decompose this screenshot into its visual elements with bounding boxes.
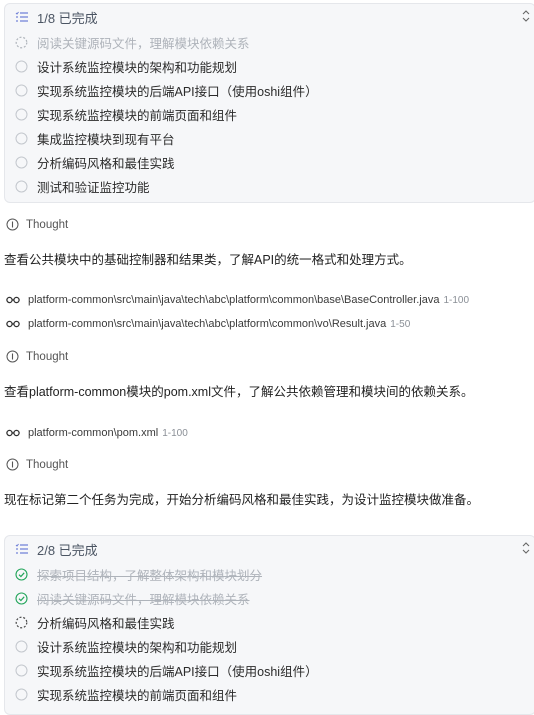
todo-item-label: 集成监控模块到现有平台 [37, 132, 175, 147]
todo-item-label: 实现系统监控模块的后端API接口（使用oshi组件） [37, 664, 318, 679]
todo-item-label: 实现系统监控模块的后端API接口（使用oshi组件） [37, 84, 318, 99]
empty-circle-icon [15, 640, 28, 652]
file-path: platform-common\src\main\java\tech\abc\p… [28, 318, 387, 330]
todo-panel-header[interactable]: 2/8 已完成 [5, 536, 534, 562]
assistant-message: 现在标记第二个任务为完成，开始分析编码风格和最佳实践，为设计监控模块做准备。 [4, 493, 480, 507]
collapse-chevron-icon[interactable] [521, 9, 531, 23]
glasses-icon [6, 320, 20, 328]
todo-item[interactable]: 实现系统监控模块的前端页面和组件 [5, 102, 534, 126]
empty-circle-icon [15, 132, 28, 144]
todo-item[interactable]: 实现系统监控模块的前端页面和组件 [5, 682, 534, 706]
thought-toggle[interactable]: Thought [6, 458, 68, 471]
todo-item[interactable]: 阅读关键源码文件，理解模块依赖关系 [5, 586, 534, 610]
todo-panel-1: 1/8 已完成 阅读关键源码文件，理解模块依赖关系 设计系统监控模块的架构和功能规… [4, 3, 534, 203]
todo-item-label: 分析编码风格和最佳实践 [37, 156, 175, 171]
file-reference[interactable]: platform-common\pom.xml 1-100 [6, 427, 188, 439]
todo-item[interactable]: 阅读关键源码文件，理解模块依赖关系 [5, 30, 534, 54]
empty-circle-icon [15, 180, 28, 192]
todo-item[interactable]: 设计系统监控模块的架构和功能规划 [5, 634, 534, 658]
todo-item-label: 测试和验证监控功能 [37, 180, 150, 195]
todo-item[interactable]: 分析编码风格和最佳实践 [5, 610, 534, 634]
thought-toggle[interactable]: Thought [6, 350, 68, 363]
line-range: 1-50 [390, 318, 411, 330]
info-circle-icon [6, 218, 19, 231]
todo-item-label: 设计系统监控模块的架构和功能规划 [37, 60, 238, 75]
file-reference[interactable]: platform-common\src\main\java\tech\abc\p… [6, 318, 410, 330]
todo-progress-title: 1/8 已完成 [37, 10, 98, 26]
todo-item[interactable]: 实现系统监控模块的后端API接口（使用oshi组件） [5, 658, 534, 682]
line-range: 1-100 [162, 427, 188, 439]
glasses-icon [6, 296, 20, 304]
thought-label: Thought [26, 458, 69, 471]
todo-panel-2: 2/8 已完成 探索项目结构，了解整体架构和模块划分 阅读关键源码文件，理解模块依… [4, 535, 534, 715]
thought-label: Thought [26, 218, 69, 231]
todo-list: 探索项目结构，了解整体架构和模块划分 阅读关键源码文件，理解模块依赖关系 分析编码风… [5, 562, 534, 706]
todo-item-label: 阅读关键源码文件，理解模块依赖关系 [37, 592, 250, 607]
todo-item[interactable]: 设计系统监控模块的架构和功能规划 [5, 54, 534, 78]
check-circle-icon [15, 591, 28, 605]
file-path: platform-common\pom.xml [28, 427, 159, 439]
task-list-icon [15, 11, 28, 22]
task-list-icon [15, 543, 28, 554]
todo-item[interactable]: 集成监控模块到现有平台 [5, 126, 534, 150]
empty-circle-icon [15, 60, 28, 72]
todo-item-label: 实现系统监控模块的前端页面和组件 [37, 108, 238, 123]
todo-item[interactable]: 探索项目结构，了解整体架构和模块划分 [5, 562, 534, 586]
todo-item[interactable]: 实现系统监控模块的后端API接口（使用oshi组件） [5, 78, 534, 102]
empty-circle-icon [15, 664, 28, 676]
file-reference[interactable]: platform-common\src\main\java\tech\abc\p… [6, 294, 469, 306]
check-circle-icon [15, 567, 28, 581]
todo-item[interactable]: 测试和验证监控功能 [5, 174, 534, 198]
todo-item-label: 阅读关键源码文件，理解模块依赖关系 [37, 36, 250, 51]
glasses-icon [6, 429, 20, 437]
spinner-icon [15, 36, 28, 48]
todo-panel-header[interactable]: 1/8 已完成 [5, 4, 534, 30]
thought-label: Thought [26, 350, 69, 363]
todo-item-label: 实现系统监控模块的前端页面和组件 [37, 688, 238, 703]
todo-item[interactable]: 分析编码风格和最佳实践 [5, 150, 534, 174]
todo-item-label: 分析编码风格和最佳实践 [37, 616, 175, 631]
empty-circle-icon [15, 156, 28, 168]
assistant-message: 查看公共模块中的基础控制器和结果类，了解API的统一格式和处理方式。 [4, 253, 412, 267]
todo-item-label: 设计系统监控模块的架构和功能规划 [37, 640, 238, 655]
assistant-message: 查看platform-common模块的pom.xml文件，了解公共依赖管理和模… [4, 385, 474, 399]
file-path: platform-common\src\main\java\tech\abc\p… [28, 294, 440, 306]
spinner-icon [15, 616, 28, 628]
collapse-chevron-icon[interactable] [521, 541, 531, 555]
todo-progress-title: 2/8 已完成 [37, 542, 98, 558]
empty-circle-icon [15, 108, 28, 120]
info-circle-icon [6, 458, 19, 471]
line-range: 1-100 [443, 294, 470, 306]
info-circle-icon [6, 350, 19, 363]
empty-circle-icon [15, 84, 28, 96]
todo-item-label: 探索项目结构，了解整体架构和模块划分 [37, 568, 263, 583]
empty-circle-icon [15, 688, 28, 700]
thought-toggle[interactable]: Thought [6, 218, 68, 231]
todo-list: 阅读关键源码文件，理解模块依赖关系 设计系统监控模块的架构和功能规划 实现系统监控模… [5, 30, 534, 198]
